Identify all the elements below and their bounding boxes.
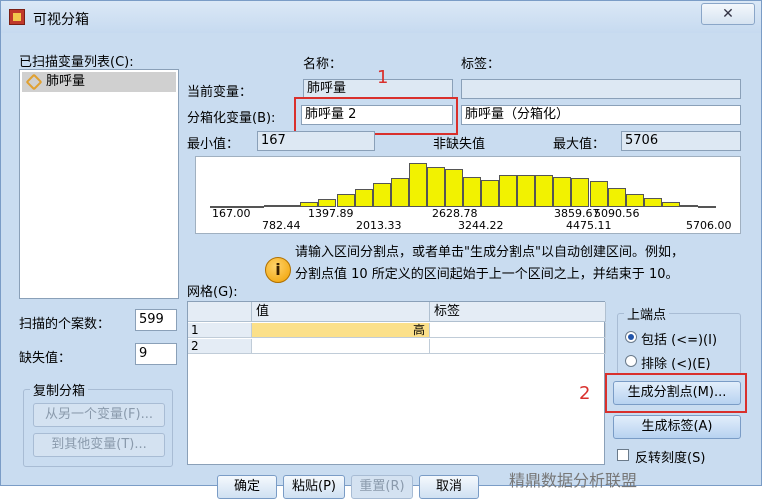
histogram-bar [264,205,283,207]
max-value-field: 5706 [621,131,741,151]
ok-button[interactable]: 确定 [217,475,277,499]
reset-button[interactable]: 重置(R) [351,475,413,499]
histogram-bar [643,198,662,207]
nonmissing-label: 非缺失值 [433,137,486,152]
histogram-bar [517,175,536,207]
title-bar: 可视分箱 ✕ [1,1,761,33]
grid-label: 网格(G): [187,285,238,300]
watermark: 精鼎数据分析联盟 [509,471,638,490]
histogram-bar [408,163,427,207]
close-button[interactable]: ✕ [701,3,755,25]
scanned-variable-list[interactable]: 肺呼量 [19,69,179,299]
grid-header-value[interactable]: 值 [252,302,430,322]
histogram-bar [499,175,518,207]
info-text-line2: 分割点值 10 所定义的区间起始于上一个区间之上，并结束于 10。 [295,267,679,282]
histogram-bar [553,177,572,207]
grid-cell-value-suffix: 高 [412,323,425,337]
cancel-button[interactable]: 取消 [419,475,479,499]
annotation-2: 2 [579,383,591,404]
histogram-bar [372,183,391,207]
upper-endpoint-title: 上端点 [624,304,670,323]
current-var-label: 当前变量： [187,85,253,100]
list-item-label: 肺呼量 [46,74,86,89]
reverse-scale-label: 反转刻度(S) [635,451,706,466]
histogram-bar [607,188,626,207]
include-radio[interactable] [625,331,637,343]
grid-cell-value[interactable]: 高 [252,323,430,338]
x-tick-label: 5706.00 [686,219,732,232]
histogram-bar [426,167,445,207]
histogram-bar [354,189,373,207]
visual-binning-dialog: 可视分箱 ✕ 已扫描变量列表(C): 肺呼量 名称： 标签： 当前变量： 肺呼量… [0,0,762,499]
x-tick-label: 782.44 [262,219,301,232]
copy-to-variables-button[interactable]: 到其他变量(T)... [33,433,165,457]
histogram-bar [481,180,500,207]
label-column-header: 标签： [461,57,501,72]
grid-corner [188,302,252,322]
binned-var-name-input[interactable]: 肺呼量 2 [301,105,453,125]
max-label: 最大值： [553,137,606,152]
include-label: 包括 (<=)(I) [641,333,718,348]
x-tick-label: 2013.33 [356,219,402,232]
copy-bins-title: 复制分箱 [30,380,89,399]
annotation-1: 1 [377,67,389,88]
list-item[interactable]: 肺呼量 [22,72,176,92]
app-icon [9,9,25,25]
histogram-bar [390,178,409,207]
histogram-bar [300,202,319,207]
current-var-label-field [461,79,741,99]
grid-cell-value[interactable] [252,339,430,354]
scanned-list-label: 已扫描变量列表(C): [19,55,134,70]
grid-row-number: 2 [188,339,252,354]
histogram-bar [228,206,247,208]
grid-cell-label[interactable] [430,323,606,338]
grid-cell-label[interactable] [430,339,606,354]
pencil-icon [25,73,43,91]
paste-button[interactable]: 粘贴(P) [283,475,345,499]
histogram: 167.00 1397.89 2628.78 3859.67 5090.56 7… [195,156,741,234]
x-tick-label: 1397.89 [308,207,354,220]
binned-var-label-input[interactable]: 肺呼量（分箱化） [461,105,741,125]
histogram-bar [571,178,590,207]
exclude-label: 排除 (<)(E) [641,357,711,372]
scanned-cases-label: 扫描的个案数： [19,317,111,332]
histogram-bar [318,199,337,207]
x-tick-label: 4475.11 [566,219,612,232]
make-labels-button[interactable]: 生成标签(A) [613,415,741,439]
binned-var-label: 分箱化变量(B): [187,111,276,126]
copy-from-variable-button[interactable]: 从另一个变量(F)... [33,403,165,427]
exclude-radio[interactable] [625,355,637,367]
make-cutpoints-button[interactable]: 生成分割点(M)... [613,381,741,405]
reverse-scale-checkbox[interactable] [617,449,629,461]
histogram-bar [661,202,680,207]
window-title: 可视分箱 [33,12,89,28]
histogram-bar [246,206,265,208]
histogram-bar [210,206,229,208]
grid-row-number: 1 [188,323,252,338]
histogram-bar [589,181,608,207]
cutpoint-grid[interactable]: 值 标签 1 高 2 [187,301,606,465]
missing-label: 缺失值： [19,351,72,366]
histogram-bar [282,205,301,207]
histogram-bar [625,194,644,207]
histogram-bar [463,177,482,207]
name-column-header: 名称： [303,57,343,72]
histogram-bar [697,206,716,208]
histogram-bar [444,169,463,207]
x-tick-label: 3244.22 [458,219,504,232]
missing-field: 9 [135,343,177,365]
info-icon: i [265,257,291,283]
info-text-line1: 请输入区间分割点，或者单击"生成分割点"以自动创建区间。例如， [295,245,684,260]
histogram-bar [679,205,698,207]
min-label: 最小值： [187,137,240,152]
min-value-field: 167 [257,131,375,151]
grid-header-label[interactable]: 标签 [430,302,606,322]
histogram-bar [336,194,355,207]
x-tick-label: 167.00 [212,207,251,220]
scanned-cases-field: 599 [135,309,177,331]
histogram-bar [535,175,554,207]
